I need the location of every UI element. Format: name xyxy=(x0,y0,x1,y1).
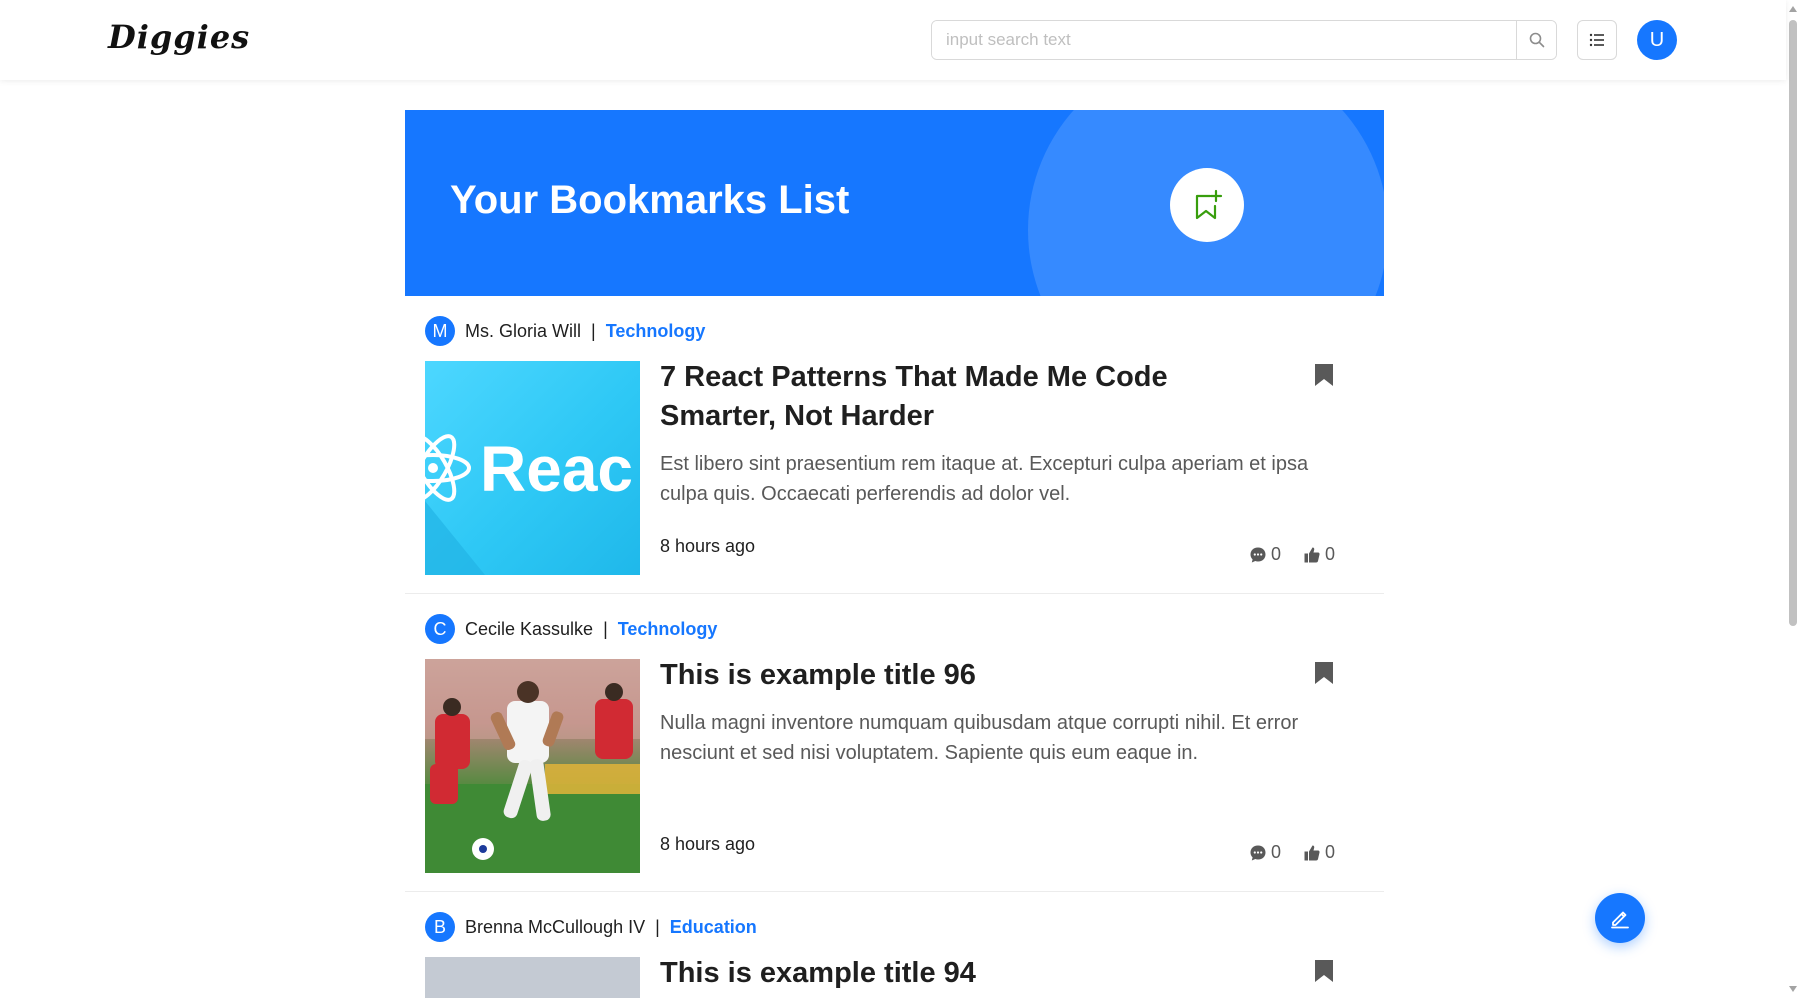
site-logo[interactable]: Diggies xyxy=(108,18,250,56)
author-name[interactable]: Ms. Gloria Will xyxy=(465,321,581,342)
post-meta: C Cecile Kassulke | Technology xyxy=(425,614,717,644)
react-logo-image: Reac xyxy=(425,433,633,575)
search-icon xyxy=(1529,32,1544,48)
comment-icon xyxy=(1250,547,1266,562)
author-avatar[interactable]: B xyxy=(425,912,455,942)
write-post-button[interactable] xyxy=(1595,893,1645,943)
search-button[interactable] xyxy=(1516,21,1556,59)
post-excerpt: Est libero sint praesentium rem itaque a… xyxy=(660,453,1309,505)
add-bookmark-button[interactable] xyxy=(1170,168,1244,242)
comment-count: 0 xyxy=(1271,544,1282,564)
post-title[interactable]: This is example title 96 xyxy=(660,656,1270,695)
bookmark-toggle[interactable] xyxy=(1313,362,1335,393)
post-time: 8 hours ago xyxy=(660,834,756,854)
scrollbar-thumb[interactable] xyxy=(1789,20,1797,626)
page-title: Your Bookmarks List xyxy=(450,178,850,222)
bookmarks-banner: Your Bookmarks List xyxy=(405,110,1384,296)
like-count: 0 xyxy=(1325,842,1336,862)
like-icon xyxy=(1304,547,1320,562)
meta-separator: | xyxy=(603,618,608,639)
comment-count: 0 xyxy=(1271,842,1282,862)
post-excerpt: Nulla magni inventore numquam quibusdam … xyxy=(660,712,1299,764)
menu-button[interactable] xyxy=(1577,20,1617,60)
bookmark-add-icon xyxy=(1195,189,1223,220)
post-card[interactable]: C Cecile Kassulke | Technology This is e… xyxy=(405,594,1384,892)
bookmark-filled-icon xyxy=(1315,364,1333,386)
bookmark-filled-icon xyxy=(1315,662,1333,684)
list-icon xyxy=(1589,33,1604,47)
post-stats: 0 0 xyxy=(1249,544,1357,565)
post-card[interactable]: M Ms. Gloria Will | Technology Reac 7 Re… xyxy=(405,296,1384,594)
author-avatar[interactable]: M xyxy=(425,316,455,346)
author-name[interactable]: Brenna McCullough IV xyxy=(465,917,645,938)
post-title[interactable]: This is example title 94 xyxy=(660,954,1270,993)
author-avatar[interactable]: C xyxy=(425,614,455,644)
bookmark-filled-icon xyxy=(1315,960,1333,982)
post-thumbnail[interactable] xyxy=(425,659,640,873)
comment-stat[interactable]: 0 xyxy=(1249,544,1281,565)
scroll-up-arrow-icon[interactable] xyxy=(1789,6,1797,12)
search-bar xyxy=(931,20,1557,60)
like-stat[interactable]: 0 xyxy=(1303,842,1335,863)
soccer-photo-image xyxy=(425,659,640,873)
like-stat[interactable]: 0 xyxy=(1303,544,1335,565)
like-icon xyxy=(1304,845,1320,860)
search-input[interactable] xyxy=(932,21,1516,59)
category-link[interactable]: Education xyxy=(670,917,757,938)
category-link[interactable]: Technology xyxy=(618,619,718,640)
scroll-down-arrow-icon[interactable] xyxy=(1789,986,1797,992)
post-thumbnail[interactable] xyxy=(425,957,640,998)
comment-icon xyxy=(1250,845,1266,860)
meta-separator: | xyxy=(655,916,660,937)
meta-separator: | xyxy=(591,320,596,341)
post-time: 8 hours ago xyxy=(660,536,756,556)
post-title[interactable]: 7 React Patterns That Made Me Code Smart… xyxy=(660,358,1270,436)
like-count: 0 xyxy=(1325,544,1336,564)
edit-pencil-icon xyxy=(1611,911,1629,929)
category-link[interactable]: Technology xyxy=(606,321,706,342)
thumb-text: Reac xyxy=(480,433,633,505)
comment-stat[interactable]: 0 xyxy=(1249,842,1281,863)
post-card[interactable]: B Brenna McCullough IV | Education This … xyxy=(405,892,1384,998)
post-meta: M Ms. Gloria Will | Technology xyxy=(425,316,705,346)
bookmark-toggle[interactable] xyxy=(1313,958,1335,989)
author-name[interactable]: Cecile Kassulke xyxy=(465,619,593,640)
post-stats: 0 0 xyxy=(1249,842,1357,863)
post-meta: B Brenna McCullough IV | Education xyxy=(425,912,757,942)
page-scrollbar[interactable] xyxy=(1786,0,1800,998)
bookmark-toggle[interactable] xyxy=(1313,660,1335,691)
post-thumbnail[interactable]: Reac xyxy=(425,361,640,575)
top-header: Diggies U xyxy=(0,0,1786,80)
user-avatar[interactable]: U xyxy=(1637,20,1677,60)
